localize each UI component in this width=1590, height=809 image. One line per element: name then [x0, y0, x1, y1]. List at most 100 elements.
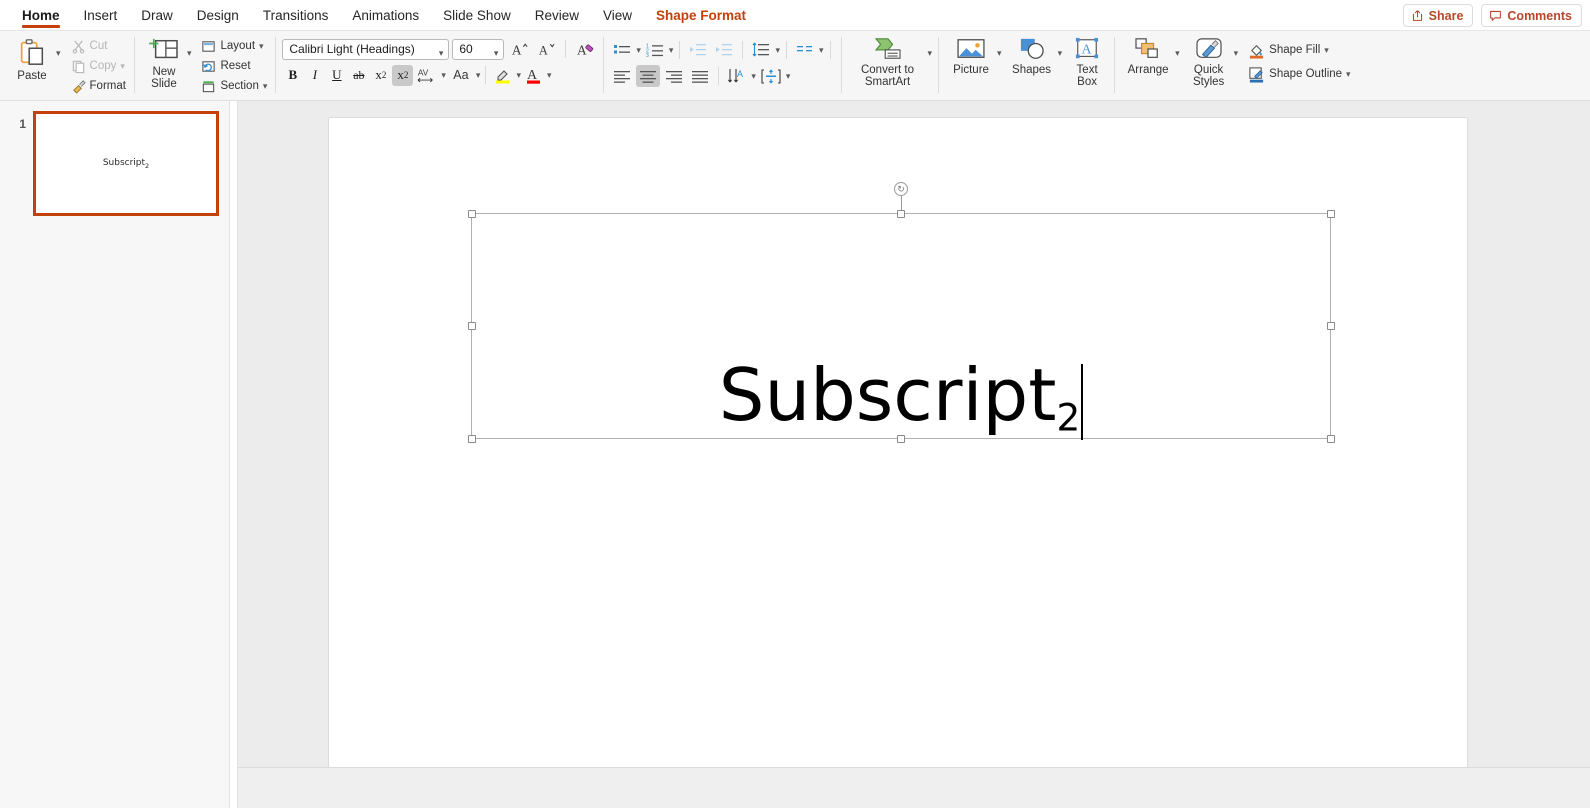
share-button[interactable]: Share: [1403, 4, 1474, 27]
tab-draw[interactable]: Draw: [129, 0, 185, 31]
bullets-button[interactable]: [610, 39, 634, 61]
tab-animations[interactable]: Animations: [340, 0, 431, 31]
shapes-button[interactable]: Shapes: [1006, 31, 1058, 76]
shape-outline-button[interactable]: Shape Outline ▾: [1246, 62, 1352, 86]
slide-thumbnail-1[interactable]: Subscript2: [33, 111, 219, 216]
font-name-combobox[interactable]: Calibri Light (Headings) ▾: [282, 39, 449, 60]
picture-label: Picture: [953, 64, 989, 76]
reset-button[interactable]: Reset: [199, 56, 269, 76]
tab-design[interactable]: Design: [185, 0, 251, 31]
tab-shape-format[interactable]: Shape Format: [644, 0, 758, 31]
text-direction-dropdown-caret[interactable]: ▾: [751, 72, 756, 81]
highlight-dropdown-caret[interactable]: ▾: [516, 71, 521, 80]
paste-label: Paste: [17, 70, 46, 82]
quick-styles-dropdown-caret[interactable]: ▾: [1234, 49, 1239, 58]
font-color-button[interactable]: A: [522, 65, 546, 86]
align-text-button[interactable]: [758, 65, 784, 87]
columns-button[interactable]: [793, 39, 817, 61]
resize-handle-middle-right[interactable]: [1327, 322, 1335, 330]
shapes-dropdown-caret[interactable]: ▾: [1058, 49, 1063, 58]
convert-to-smartart-button[interactable]: Convert toSmartArt: [848, 31, 928, 88]
font-color-dropdown-caret[interactable]: ▾: [547, 71, 552, 80]
smartart-icon: [873, 37, 903, 61]
align-text-dropdown-caret[interactable]: ▾: [786, 72, 791, 81]
share-icon: [1411, 9, 1424, 22]
cut-button[interactable]: Cut: [69, 36, 128, 56]
comments-button[interactable]: Comments: [1481, 4, 1582, 27]
align-left-button[interactable]: [610, 65, 634, 87]
quick-styles-button[interactable]: QuickStyles: [1184, 31, 1234, 88]
tab-design-label: Design: [197, 8, 239, 23]
bold-button[interactable]: B: [282, 65, 303, 86]
layout-button[interactable]: Layout ▾: [199, 36, 269, 56]
justify-button[interactable]: [688, 65, 712, 87]
new-slide-dropdown-caret[interactable]: ▾: [187, 49, 192, 58]
slide-canvas[interactable]: ↻ Subscript2: [329, 118, 1467, 769]
text-box-button[interactable]: A TextBox: [1066, 31, 1108, 88]
line-spacing-dropdown-caret[interactable]: ▾: [775, 46, 780, 55]
picture-button[interactable]: Picture: [945, 31, 997, 76]
paste-button[interactable]: Paste: [6, 31, 58, 82]
align-center-button[interactable]: [636, 65, 660, 87]
shrink-font-button[interactable]: A: [534, 39, 558, 60]
slide-editing-area[interactable]: ↻ Subscript2: [238, 101, 1590, 808]
section-dropdown-caret[interactable]: ▾: [263, 82, 268, 91]
section-button[interactable]: Section ▾: [199, 76, 269, 96]
arrange-dropdown-caret[interactable]: ▾: [1175, 49, 1180, 58]
tab-review[interactable]: Review: [523, 0, 591, 31]
format-painter-button[interactable]: Format: [69, 76, 128, 96]
italic-button[interactable]: I: [304, 65, 325, 86]
paste-dropdown-caret[interactable]: ▾: [56, 49, 61, 58]
resize-handle-middle-left[interactable]: [468, 322, 476, 330]
shape-fill-button[interactable]: Shape Fill ▾: [1246, 38, 1352, 62]
ribbon-group-arrange: Arrange ▾ QuickStyles ▾: [1121, 31, 1352, 101]
strikethrough-button[interactable]: ab: [348, 65, 369, 86]
font-size-combobox[interactable]: 60 ▾: [452, 39, 504, 60]
align-right-button[interactable]: [662, 65, 686, 87]
text-direction-button[interactable]: A: [725, 65, 749, 87]
tab-home-label: Home: [22, 8, 60, 23]
copy-dropdown-caret[interactable]: ▾: [120, 62, 125, 71]
numbering-dropdown-caret[interactable]: ▾: [669, 46, 674, 55]
shape-fill-dropdown-caret[interactable]: ▾: [1324, 46, 1329, 55]
tab-slide-show[interactable]: Slide Show: [431, 0, 523, 31]
text-highlight-button[interactable]: [491, 65, 515, 86]
decrease-indent-button[interactable]: [686, 39, 710, 61]
increase-indent-button[interactable]: [712, 39, 736, 61]
grow-font-button[interactable]: A: [507, 39, 531, 60]
change-case-button[interactable]: Aa: [447, 65, 475, 86]
shape-outline-dropdown-caret[interactable]: ▾: [1346, 70, 1351, 79]
text-box-content[interactable]: Subscript2: [472, 359, 1330, 440]
clear-formatting-button[interactable]: A: [573, 39, 597, 60]
bullets-dropdown-caret[interactable]: ▾: [636, 46, 641, 55]
line-spacing-button[interactable]: [749, 39, 773, 61]
picture-dropdown-caret[interactable]: ▾: [997, 49, 1002, 58]
tab-transitions[interactable]: Transitions: [251, 0, 341, 31]
tab-insert[interactable]: Insert: [72, 0, 130, 31]
underline-button[interactable]: U: [326, 65, 347, 86]
tab-draw-label: Draw: [141, 8, 173, 23]
change-case-caret[interactable]: ▾: [476, 71, 481, 80]
character-spacing-caret[interactable]: ▾: [441, 71, 446, 80]
shape-fill-icon: [1248, 42, 1265, 59]
copy-button[interactable]: Copy ▾: [69, 56, 128, 76]
arrange-button[interactable]: Arrange: [1121, 31, 1175, 76]
ribbon-separator: [134, 37, 135, 93]
resize-handle-top-left[interactable]: [468, 210, 476, 218]
layout-dropdown-caret[interactable]: ▾: [259, 42, 264, 51]
resize-handle-top-center[interactable]: [897, 210, 905, 218]
slide-thumbnail-panel[interactable]: 1 Subscript2: [0, 101, 230, 808]
subscript-button[interactable]: x2: [392, 65, 413, 86]
resize-handle-top-right[interactable]: [1327, 210, 1335, 218]
new-slide-button[interactable]: NewSlide: [141, 31, 187, 90]
smartart-dropdown-caret[interactable]: ▾: [928, 49, 933, 58]
tab-view[interactable]: View: [591, 0, 644, 31]
character-spacing-button[interactable]: AV: [414, 65, 440, 86]
superscript-button[interactable]: x2: [370, 65, 391, 86]
columns-dropdown-caret[interactable]: ▾: [819, 46, 824, 55]
panel-divider[interactable]: [230, 101, 238, 808]
text-box-shape[interactable]: ↻ Subscript2: [471, 213, 1331, 439]
tab-home[interactable]: Home: [10, 0, 72, 31]
numbering-button[interactable]: 123: [643, 39, 667, 61]
rotate-handle-icon[interactable]: ↻: [894, 182, 908, 196]
